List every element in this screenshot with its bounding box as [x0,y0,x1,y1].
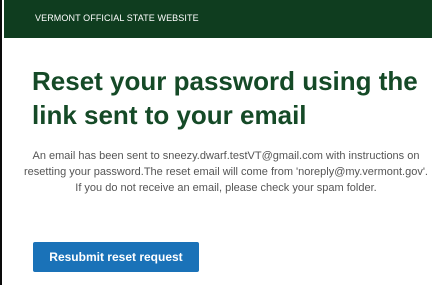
resubmit-reset-request-button[interactable]: Resubmit reset request [33,242,199,272]
state-banner: VERMONT OFFICIAL STATE WEBSITE [4,0,432,38]
page-frame: VERMONT OFFICIAL STATE WEBSITE Reset you… [0,0,432,285]
page-title: Reset your password using the link sent … [32,66,418,130]
state-banner-text: VERMONT OFFICIAL STATE WEBSITE [35,13,199,23]
reset-email-message: An email has been sent to sneezy.dwarf.t… [24,150,428,194]
